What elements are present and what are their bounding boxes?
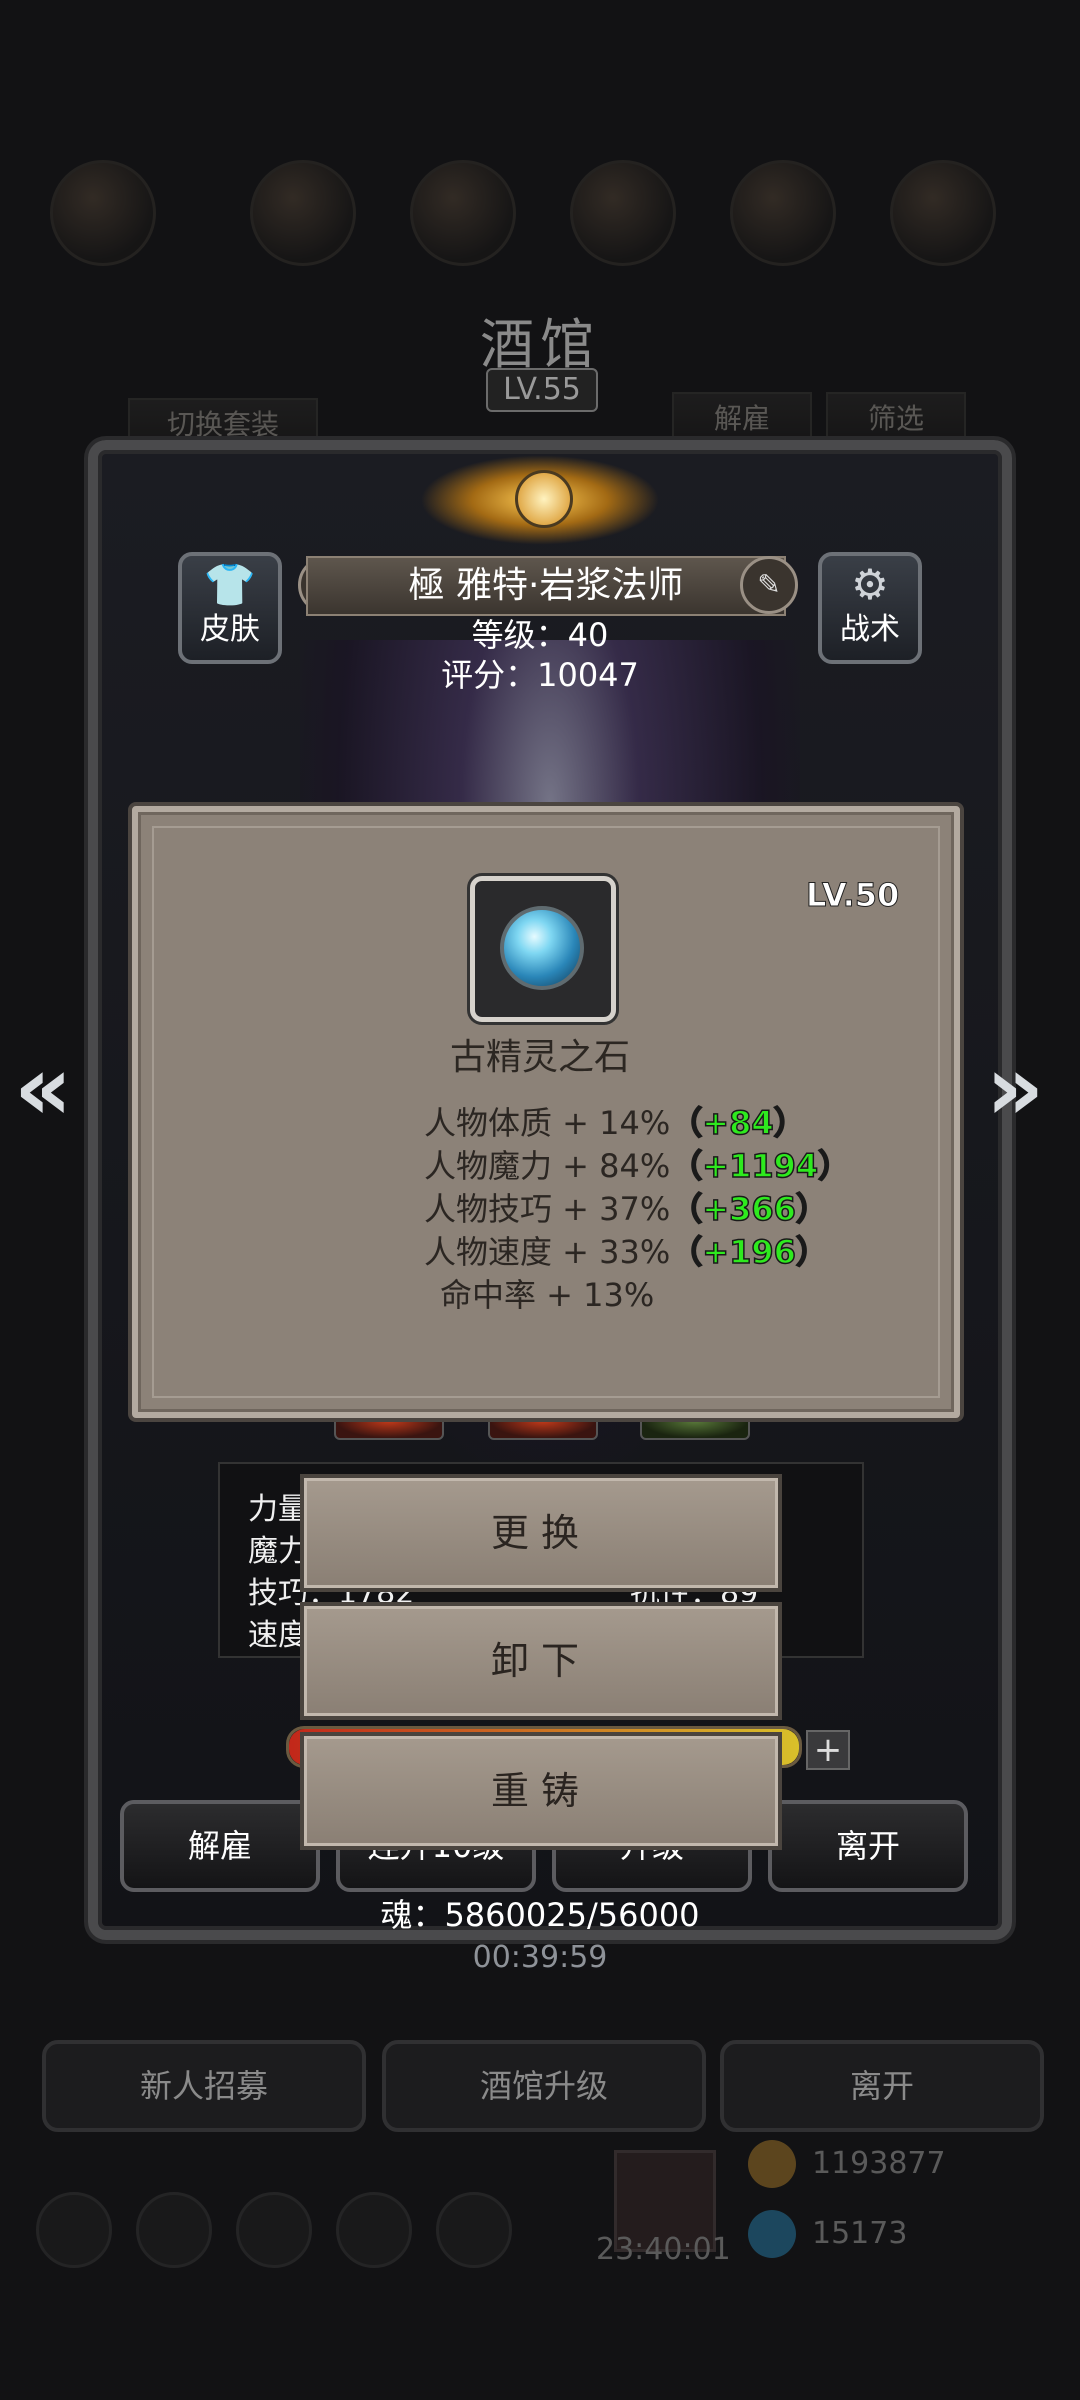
hero-score: 评分：10047	[441, 656, 639, 694]
stat-bonus: （+366）	[670, 1189, 829, 1229]
tavern-category-icons	[40, 160, 1040, 270]
menu-icon[interactable]	[136, 2192, 212, 2268]
stat-row: 人物体质 + 14%（+84）	[424, 1102, 850, 1145]
category-icon[interactable]	[410, 160, 516, 266]
category-icon[interactable]	[890, 160, 996, 266]
category-icon[interactable]	[570, 160, 676, 266]
stat-label: 命中率 + 13%	[440, 1276, 655, 1314]
shirt-icon: 👕	[203, 560, 257, 609]
clock-text: 23:40:01	[596, 2232, 731, 2267]
item-name: 古精灵之石	[449, 1037, 630, 1078]
stat-bonus: （+84）	[670, 1103, 807, 1143]
tavern-dismiss-button[interactable]: 解雇	[672, 392, 812, 446]
menu-icon[interactable]	[336, 2192, 412, 2268]
gem-currency-icon	[748, 2210, 796, 2258]
category-icon[interactable]	[50, 160, 156, 266]
gold-amount: 1193877	[812, 2146, 946, 2181]
plus-icon[interactable]: +	[806, 1730, 850, 1770]
stat-row: 人物速度 + 33%（+196）	[424, 1231, 850, 1274]
recruit-button[interactable]: 新人招募	[42, 2040, 366, 2132]
stat-label: 人物速度 + 33%	[424, 1233, 671, 1271]
stat-label: 人物魔力 + 84%	[424, 1147, 671, 1185]
soul-counter: 魂：5860025/56000	[380, 1896, 700, 1934]
attr-speed: 速度	[248, 1618, 308, 1653]
rank-emblem-core	[515, 470, 573, 528]
replace-button[interactable]: 更换	[300, 1474, 782, 1592]
stat-bonus: （+196）	[670, 1232, 829, 1272]
filter-button[interactable]: 筛选	[826, 392, 966, 446]
dismiss-hero-button[interactable]: 解雇	[120, 1800, 320, 1892]
menu-icon[interactable]	[36, 2192, 112, 2268]
stat-bonus: （+1194）	[670, 1146, 851, 1186]
stat-row: 人物技巧 + 37%（+366）	[424, 1188, 850, 1231]
reforge-button[interactable]: 重铸	[300, 1732, 782, 1850]
double-chevron-left-icon[interactable]: «	[14, 1036, 72, 1141]
stat-row: 人物魔力 + 84%（+1194）	[424, 1145, 851, 1188]
unequip-button[interactable]: 卸下	[300, 1602, 782, 1720]
stat-label: 人物技巧 + 37%	[424, 1190, 671, 1228]
gold-icon	[748, 2140, 796, 2188]
gear-icon: ⚙	[851, 560, 889, 609]
attr-strength: 力量	[248, 1492, 308, 1527]
tavern-level-badge: LV.55	[486, 368, 598, 412]
tavern-leave-button[interactable]: 离开	[720, 2040, 1044, 2132]
menu-icon[interactable]	[436, 2192, 512, 2268]
attr-magic: 魔力	[248, 1534, 308, 1569]
hero-name: 極 雅特·岩浆法师	[306, 556, 786, 616]
gem-icon	[500, 906, 584, 990]
stat-label: 人物体质 + 14%	[424, 1104, 671, 1142]
double-chevron-right-icon[interactable]: »	[986, 1036, 1044, 1141]
category-icon[interactable]	[250, 160, 356, 266]
tavern-upgrade-button[interactable]: 酒馆升级	[382, 2040, 706, 2132]
category-icon[interactable]	[730, 160, 836, 266]
stat-row: 命中率 + 13%	[424, 1274, 850, 1317]
edit-icon[interactable]: ✎	[740, 556, 798, 614]
hero-timer: 00:39:59	[472, 1940, 608, 1975]
leave-hero-button[interactable]: 离开	[768, 1800, 968, 1892]
gem-amount: 15173	[812, 2216, 908, 2251]
item-stats: 人物体质 + 14%（+84） 人物魔力 + 84%（+1194） 人物技巧 +…	[424, 1102, 851, 1317]
menu-icon[interactable]	[236, 2192, 312, 2268]
item-level: LV.50	[805, 876, 900, 915]
